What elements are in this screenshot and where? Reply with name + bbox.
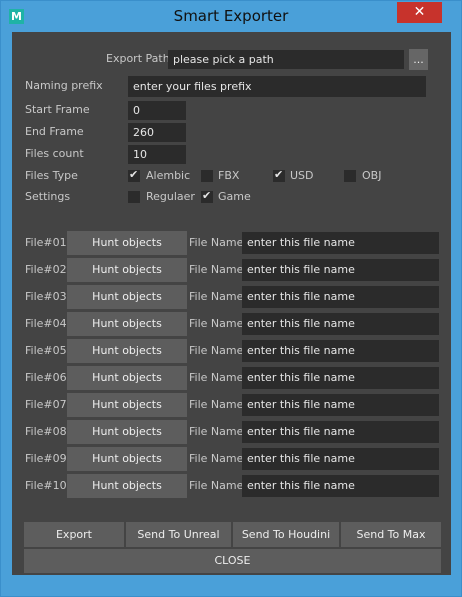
export-path-field[interactable]: please pick a path bbox=[168, 50, 404, 69]
file-name-field[interactable]: enter this file name bbox=[242, 448, 439, 470]
hunt-objects-button[interactable]: Hunt objects bbox=[67, 474, 187, 498]
file-name-field[interactable]: enter this file name bbox=[242, 421, 439, 443]
game-label: Game bbox=[218, 190, 251, 203]
file-name-label: File Name bbox=[189, 317, 244, 330]
game-checkbox[interactable]: ✔ bbox=[201, 189, 213, 203]
alembic-checkbox[interactable]: ✔ bbox=[128, 168, 140, 182]
smart-exporter-window: M Smart Exporter ✕ Export Path please pi… bbox=[0, 0, 462, 597]
file-name-field[interactable]: enter this file name bbox=[242, 394, 439, 416]
file-name-field[interactable]: enter this file name bbox=[242, 367, 439, 389]
file-name-field[interactable]: enter this file name bbox=[242, 259, 439, 281]
file-row: File#04 Hunt objects File Name enter thi… bbox=[12, 312, 451, 336]
naming-prefix-field[interactable]: enter your files prefix bbox=[128, 76, 426, 97]
fbx-label: FBX bbox=[218, 169, 240, 182]
settings-label: Settings bbox=[25, 190, 71, 203]
hunt-objects-button[interactable]: Hunt objects bbox=[67, 258, 187, 282]
file-row: File#01 Hunt objects File Name enter thi… bbox=[12, 231, 451, 255]
file-index-label: File#06 bbox=[25, 371, 67, 384]
send-to-unreal-button[interactable]: Send To Unreal bbox=[126, 522, 231, 547]
browse-path-button[interactable]: ... bbox=[409, 49, 428, 70]
file-index-label: File#08 bbox=[25, 425, 67, 438]
title-bar[interactable]: M Smart Exporter ✕ bbox=[1, 1, 461, 31]
export-path-label: Export Path bbox=[106, 52, 170, 65]
end-frame-label: End Frame bbox=[25, 125, 84, 138]
file-name-field[interactable]: enter this file name bbox=[242, 475, 439, 497]
file-name-field[interactable]: enter this file name bbox=[242, 232, 439, 254]
fbx-checkbox[interactable] bbox=[201, 170, 213, 182]
file-index-label: File#04 bbox=[25, 317, 67, 330]
start-frame-field[interactable]: 0 bbox=[128, 101, 186, 120]
start-frame-label: Start Frame bbox=[25, 103, 90, 116]
hunt-objects-button[interactable]: Hunt objects bbox=[67, 366, 187, 390]
window-title: Smart Exporter bbox=[173, 7, 289, 25]
file-index-label: File#10 bbox=[25, 479, 67, 492]
check-icon: ✔ bbox=[274, 168, 284, 181]
file-name-field[interactable]: enter this file name bbox=[242, 286, 439, 308]
file-index-label: File#03 bbox=[25, 290, 67, 303]
naming-prefix-label: Naming prefix bbox=[25, 79, 103, 92]
close-button[interactable]: CLOSE bbox=[24, 549, 441, 573]
alembic-label: Alembic bbox=[146, 169, 191, 182]
file-row: File#06 Hunt objects File Name enter thi… bbox=[12, 366, 451, 390]
hunt-objects-button[interactable]: Hunt objects bbox=[67, 231, 187, 255]
end-frame-field[interactable]: 260 bbox=[128, 123, 186, 142]
file-name-label: File Name bbox=[189, 398, 244, 411]
file-row: File#03 Hunt objects File Name enter thi… bbox=[12, 285, 451, 309]
window-close-button[interactable]: ✕ bbox=[397, 2, 442, 23]
send-to-max-button[interactable]: Send To Max bbox=[341, 522, 441, 547]
file-name-label: File Name bbox=[189, 344, 244, 357]
file-row: File#09 Hunt objects File Name enter thi… bbox=[12, 447, 451, 471]
file-index-label: File#05 bbox=[25, 344, 67, 357]
file-name-label: File Name bbox=[189, 452, 244, 465]
file-row: File#08 Hunt objects File Name enter thi… bbox=[12, 420, 451, 444]
usd-checkbox[interactable]: ✔ bbox=[273, 168, 285, 182]
regulaer-checkbox[interactable] bbox=[128, 191, 140, 203]
file-name-label: File Name bbox=[189, 425, 244, 438]
hunt-objects-button[interactable]: Hunt objects bbox=[67, 447, 187, 471]
hunt-objects-button[interactable]: Hunt objects bbox=[67, 285, 187, 309]
send-to-houdini-button[interactable]: Send To Houdini bbox=[233, 522, 339, 547]
obj-checkbox[interactable] bbox=[344, 170, 356, 182]
file-name-label: File Name bbox=[189, 236, 244, 249]
hunt-objects-button[interactable]: Hunt objects bbox=[67, 312, 187, 336]
obj-label: OBJ bbox=[362, 169, 382, 182]
regulaer-label: Regulaer bbox=[146, 190, 195, 203]
files-count-label: Files count bbox=[25, 147, 84, 160]
exporter-panel: Export Path please pick a path ... Namin… bbox=[12, 32, 451, 575]
file-row: File#07 Hunt objects File Name enter thi… bbox=[12, 393, 451, 417]
hunt-objects-button[interactable]: Hunt objects bbox=[67, 420, 187, 444]
file-name-label: File Name bbox=[189, 263, 244, 276]
file-name-label: File Name bbox=[189, 290, 244, 303]
files-count-field[interactable]: 10 bbox=[128, 145, 186, 164]
files-type-label: Files Type bbox=[25, 169, 78, 182]
check-icon: ✔ bbox=[129, 168, 139, 181]
check-icon: ✔ bbox=[202, 189, 212, 202]
file-index-label: File#07 bbox=[25, 398, 67, 411]
file-name-field[interactable]: enter this file name bbox=[242, 313, 439, 335]
file-name-label: File Name bbox=[189, 479, 244, 492]
file-index-label: File#09 bbox=[25, 452, 67, 465]
close-icon: ✕ bbox=[413, 4, 426, 20]
export-button[interactable]: Export bbox=[24, 522, 124, 547]
file-name-label: File Name bbox=[189, 371, 244, 384]
file-index-label: File#02 bbox=[25, 263, 67, 276]
usd-label: USD bbox=[290, 169, 314, 182]
file-name-field[interactable]: enter this file name bbox=[242, 340, 439, 362]
hunt-objects-button[interactable]: Hunt objects bbox=[67, 393, 187, 417]
file-row: File#05 Hunt objects File Name enter thi… bbox=[12, 339, 451, 363]
file-index-label: File#01 bbox=[25, 236, 67, 249]
file-row: File#02 Hunt objects File Name enter thi… bbox=[12, 258, 451, 282]
hunt-objects-button[interactable]: Hunt objects bbox=[67, 339, 187, 363]
file-row: File#10 Hunt objects File Name enter thi… bbox=[12, 474, 451, 498]
